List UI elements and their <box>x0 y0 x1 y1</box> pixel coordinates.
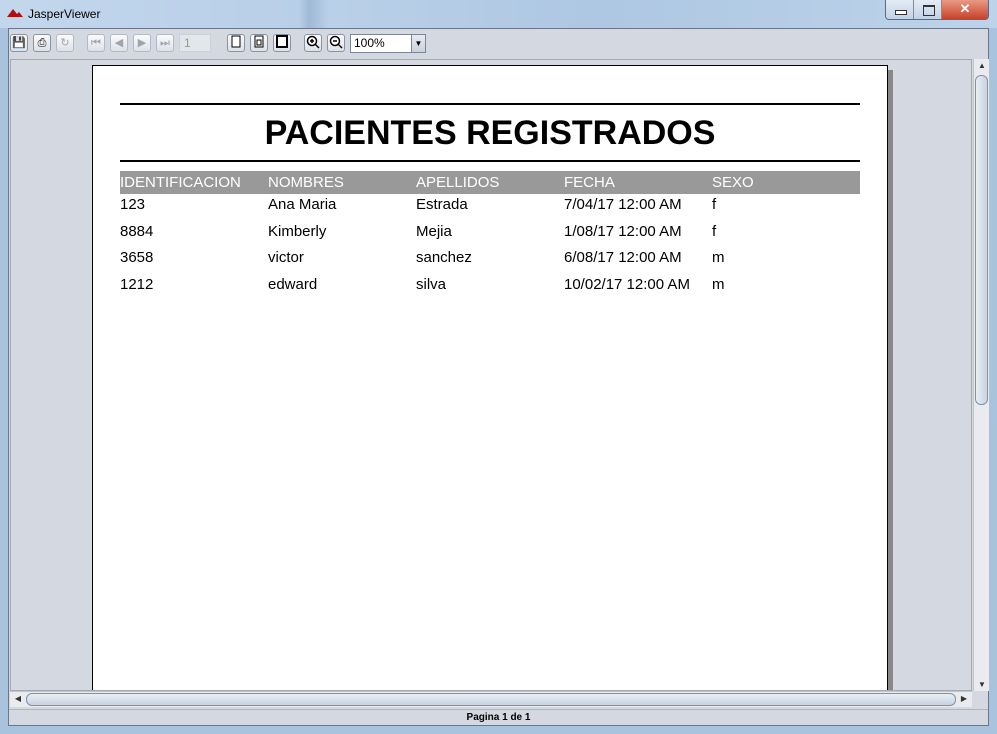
previous-page-button[interactable]: ◀ <box>110 34 128 52</box>
zoom-in-button[interactable] <box>304 34 322 52</box>
zoom-select[interactable]: 100% ▼ <box>350 33 426 53</box>
minimize-button[interactable] <box>886 0 914 19</box>
cell-fecha: 7/04/17 12:00 AM <box>564 196 682 213</box>
cell-identificacion: 123 <box>120 196 146 213</box>
fit-page-button[interactable] <box>250 34 268 52</box>
status-bar: Pagina 1 de 1 <box>9 709 988 725</box>
cell-nombres: Ana Maria <box>268 196 337 213</box>
cell-sexo: m <box>712 249 725 267</box>
cell-identificacion: 1212 <box>120 276 154 294</box>
zoom-out-icon <box>329 35 343 49</box>
column-header-sexo: SEXO <box>712 174 754 191</box>
maximize-button[interactable] <box>914 0 942 19</box>
last-page-button[interactable]: ⏭ <box>156 34 174 52</box>
column-header-nombres: NOMBRES <box>268 174 344 191</box>
chevron-down-icon[interactable]: ▼ <box>411 34 425 52</box>
column-header-identificacion: IDENTIFICACION <box>120 174 241 191</box>
cell-apellidos: silva <box>416 276 447 294</box>
save-button[interactable]: 💾 <box>10 34 28 52</box>
cell-fecha: 10/02/17 12:00 AM <box>564 276 690 294</box>
close-button[interactable]: ✕ <box>942 0 988 19</box>
title-top-rule <box>120 103 860 105</box>
cell-nombres: Kimberly <box>268 222 327 240</box>
zoom-value: 100% <box>354 35 385 50</box>
cell-apellidos: sanchez <box>416 249 472 267</box>
window-title: JasperViewer <box>28 7 101 21</box>
jasper-logo-icon <box>7 9 23 17</box>
cell-sexo: m <box>712 276 725 294</box>
reload-button[interactable]: ↻ <box>56 34 74 52</box>
cell-fecha: 1/08/17 12:00 AM <box>564 222 682 240</box>
next-page-button[interactable]: ▶ <box>133 34 151 52</box>
scroll-up-icon[interactable]: ▲ <box>974 61 990 70</box>
page-icon <box>231 35 241 48</box>
cell-nombres: victor <box>268 249 304 267</box>
fit-width-button[interactable] <box>273 34 291 52</box>
title-bar: JasperViewer ✕ <box>0 0 997 28</box>
report-viewport: PACIENTES REGISTRADOS IDENTIFICACION NOM… <box>10 59 972 691</box>
zoom-in-icon <box>306 35 320 49</box>
print-button[interactable]: ⎙ <box>33 34 51 52</box>
viewer-window: 💾 ⎙ ↻ ⏮ ◀ ▶ ⏭ 1 100% ▼ PACIENTES REGISTR… <box>8 28 989 726</box>
cell-identificacion: 8884 <box>120 222 154 240</box>
cell-sexo: f <box>712 196 717 213</box>
scroll-down-icon[interactable]: ▼ <box>974 680 990 689</box>
cell-identificacion: 3658 <box>120 249 154 267</box>
cell-apellidos: Mejia <box>416 222 452 240</box>
actual-size-button[interactable] <box>227 34 245 52</box>
column-header-fecha: FECHA <box>564 174 615 191</box>
horizontal-scrollbar[interactable]: ◀ ▶ <box>10 691 972 707</box>
toolbar: 💾 ⎙ ↻ ⏮ ◀ ▶ ⏭ 1 100% ▼ <box>9 31 988 55</box>
column-header-apellidos: APELLIDOS <box>416 174 500 191</box>
zoom-out-button[interactable] <box>327 34 345 52</box>
page-number-input[interactable]: 1 <box>179 34 211 52</box>
scroll-right-icon[interactable]: ▶ <box>956 694 972 703</box>
fit-width-icon <box>276 35 288 48</box>
first-page-button[interactable]: ⏮ <box>87 34 105 52</box>
vertical-scrollbar[interactable]: ▲ ▼ <box>973 59 989 691</box>
cell-apellidos: Estrada <box>416 196 468 213</box>
cell-fecha: 6/08/17 12:00 AM <box>564 249 682 267</box>
report-page: PACIENTES REGISTRADOS IDENTIFICACION NOM… <box>92 65 888 690</box>
table-header: IDENTIFICACION NOMBRES APELLIDOS FECHA S… <box>120 171 860 194</box>
report-title: PACIENTES REGISTRADOS <box>264 114 716 152</box>
vertical-scroll-thumb[interactable] <box>975 75 988 405</box>
horizontal-scroll-thumb[interactable] <box>26 693 956 706</box>
cell-nombres: edward <box>268 276 318 294</box>
scroll-left-icon[interactable]: ◀ <box>10 694 26 703</box>
title-bottom-rule <box>120 160 860 162</box>
fit-page-icon <box>254 35 264 48</box>
cell-sexo: f <box>712 222 717 240</box>
